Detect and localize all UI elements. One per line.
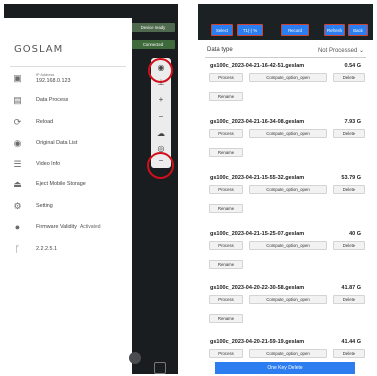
refresh-button[interactable]: Refresh [324,24,345,36]
back-button[interactable]: Back [348,24,368,36]
process-button[interactable]: Process [209,129,243,138]
menu-label: Setting [36,203,53,209]
delete-button[interactable]: Delete [333,185,365,194]
info-icon: ● [14,222,21,232]
gear-icon: ⚙ [13,201,22,211]
file-name: gs100c_2023-04-21-16-42-51.geslam [210,63,305,69]
file-card: gs100c_2023-04-20-21-59-19.geslam 41.44 … [198,339,373,361]
process-button[interactable]: Process [209,73,243,82]
eject-icon: ⏏ [13,179,22,189]
compute-option-button[interactable]: Compute_option_open [249,295,327,304]
menu-label: Original Data List [36,140,78,146]
data-type-filter[interactable]: Data type Not Processed ⌄ [198,45,373,58]
file-size: 41.44 G [341,339,361,345]
ip-address-value: 192.168.0.123 [36,78,71,84]
delete-button[interactable]: Delete [333,349,365,358]
compute-option-button[interactable]: Compute_option_open [249,349,327,358]
red-annotation-circle [147,152,174,179]
menu-item-video-info[interactable]: ☰ Video Info [4,156,132,176]
menu-label: Video Info [36,161,61,167]
brand-logo: GOSLAM [14,44,64,55]
branch-icon: ᚴ [14,244,21,254]
rename-button[interactable]: Rename [209,92,243,101]
file-card: gs100c_2023-04-21-16-34-08.geslam 7.93 G… [198,119,373,173]
delete-button[interactable]: Delete [333,241,365,250]
rename-button[interactable]: Rename [209,148,243,157]
file-card: gs100c_2023-04-21-15-25-07.geslam 40 G P… [198,231,373,285]
cloud-icon[interactable]: ☁ [151,128,171,139]
device-icon: ▣ [13,73,22,83]
file-size: 40 G [349,231,361,237]
menu-label: Reload [36,119,54,125]
file-card: gs100c_2023-04-21-15-55-32.geslam 53.79 … [198,175,373,229]
menu-label: Firmware Validity Activated [36,224,101,230]
file-name: gs100c_2023-04-21-15-55-32.geslam [210,175,305,181]
file-name: gs100c_2023-04-20-22-30-58.geslam [210,285,305,291]
menu-item-data-process[interactable]: ▤ Data Process [4,92,132,112]
file-size: 41.87 G [341,285,361,291]
menu-label: Eject Mobile Storage [36,181,86,187]
delete-button[interactable]: Delete [333,73,365,82]
compute-option-button[interactable]: Compute_option_open [249,241,327,250]
menu-item-ip-address: ▣ IP Address 192.168.0.123 [4,70,132,90]
minus-icon[interactable]: − [151,111,171,122]
menu-item-eject-mobile-storage[interactable]: ⏏ Eject Mobile Storage [4,176,132,196]
red-annotation-circle [148,58,173,83]
connected-badge: Connected [131,40,175,49]
file-size: 0.54 G [344,63,361,69]
file-name: gs100c_2023-04-21-15-25-07.geslam [210,231,305,237]
data-type-select[interactable]: Not Processed ⌄ [318,47,364,54]
process-button[interactable]: Process [209,185,243,194]
filter-button[interactable]: T1(-) % [237,24,263,36]
menu-item-reload[interactable]: ⟳ Reload [4,114,132,134]
ip-address-label: IP Address [36,73,55,77]
firmware-status: Activated [79,224,101,230]
menu-item-setting[interactable]: ⚙ Setting [4,198,132,218]
delete-button[interactable]: Delete [333,295,365,304]
top-toolbar: Select T1(-) % Record Refresh Back [198,4,373,40]
device-ready-badge: Device ready [131,23,175,32]
reload-icon: ⟳ [13,117,22,127]
record-button[interactable]: Record [281,24,309,36]
menu-item-original-data-list[interactable]: ◉ Original Data List [4,135,132,155]
compute-option-button[interactable]: Compute_option_open [249,129,327,138]
navigation-drawer: GOSLAM ▣ IP Address 192.168.0.123 ▤ Data… [4,18,132,374]
menu-label: Data Process [36,97,69,103]
process-button[interactable]: Process [209,241,243,250]
version-label: 2.2.2.5.1 [36,246,57,252]
divider [205,57,366,58]
circle-icon: ◉ [13,138,22,148]
firmware-label: Firmware Validity [36,224,77,230]
compute-option-button[interactable]: Compute_option_open [249,73,327,82]
chevron-down-icon: ⌄ [358,48,364,54]
select-button[interactable]: Select [211,24,233,36]
right-phone-screen: Select T1(-) % Record Refresh Back Data … [198,4,373,374]
process-button[interactable]: Process [209,295,243,304]
file-name: gs100c_2023-04-20-21-59-19.geslam [210,339,305,345]
file-size: 53.79 G [341,175,361,181]
compute-option-button[interactable]: Compute_option_open [249,185,327,194]
list-icon: ☰ [13,159,22,169]
delete-button[interactable]: Delete [333,129,365,138]
one-key-delete-button[interactable]: One Key Delete [215,362,355,374]
clipboard-icon: ▤ [13,95,22,105]
rename-button[interactable]: Rename [209,260,243,269]
menu-item-version: ᚴ 2.2.2.5.1 [4,241,132,261]
file-card: gs100c_2023-04-21-16-42-51.geslam 0.54 G… [198,63,373,117]
file-card: gs100c_2023-04-20-22-30-58.geslam 41.87 … [198,285,373,339]
divider [10,66,126,67]
record-button[interactable] [154,362,166,374]
left-phone-screen: Device ready Connected GOSLAM ▣ IP Addre… [4,4,178,374]
floating-button[interactable] [129,352,141,364]
data-type-value: Not Processed [317,48,358,54]
file-name: gs100c_2023-04-21-16-34-08.geslam [210,119,305,125]
file-size: 7.93 G [344,119,361,125]
menu-item-firmware-validity[interactable]: ● Firmware Validity Activated [4,219,132,239]
data-type-label: Data type [207,47,233,53]
rename-button[interactable]: Rename [209,314,243,323]
plus-icon[interactable]: + [151,94,171,105]
process-button[interactable]: Process [209,349,243,358]
rename-button[interactable]: Rename [209,204,243,213]
